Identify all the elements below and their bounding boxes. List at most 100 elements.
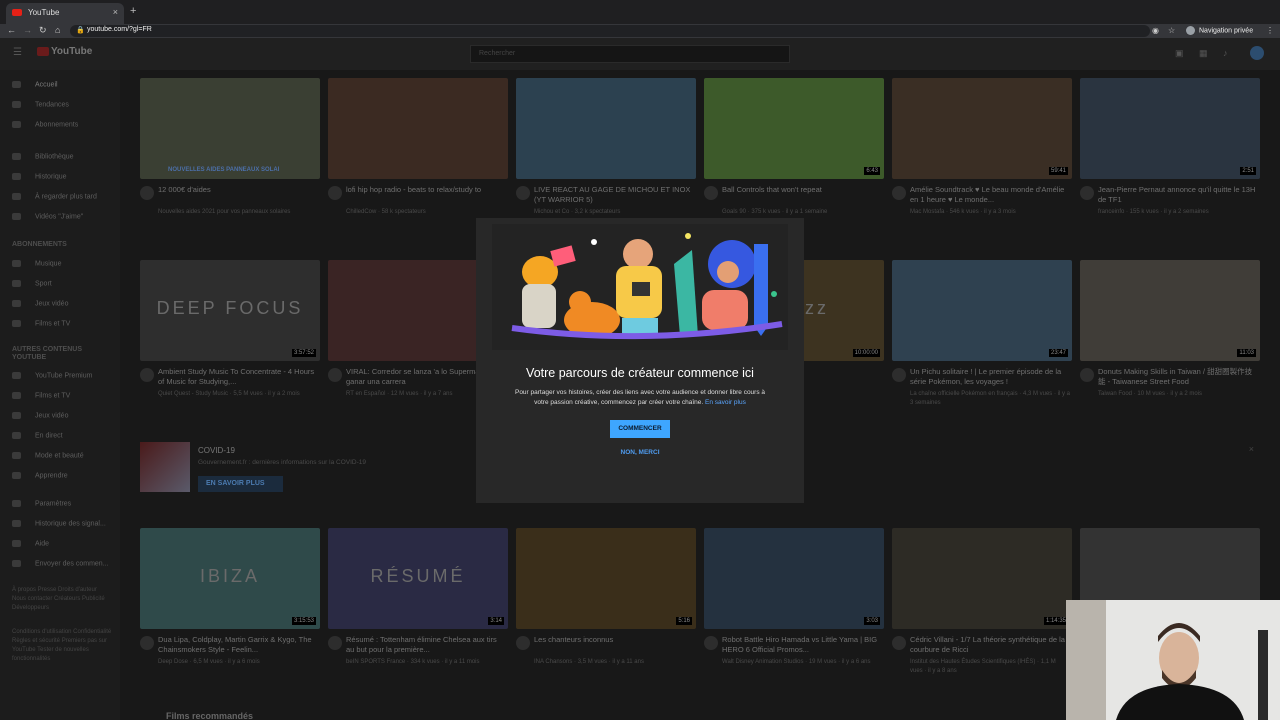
bookmark-star-icon[interactable]: ☆	[1168, 26, 1175, 35]
forward-arrow-icon[interactable]: →	[23, 25, 32, 35]
sidebar-item-report-history[interactable]: Historique des signal...	[12, 520, 106, 527]
create-video-icon[interactable]: ▣	[1175, 48, 1184, 59]
channel-avatar[interactable]	[328, 368, 342, 382]
apps-grid-icon[interactable]: ▦	[1199, 48, 1208, 59]
sidebar-item-gaming[interactable]: Jeux vidéo	[12, 300, 68, 307]
video-card[interactable]: 59:41 Amélie Soundtrack ♥ Le beau monde d…	[892, 78, 1072, 229]
sidebar-item-settings[interactable]: Paramètres	[12, 500, 71, 507]
video-title[interactable]: Donuts Making Skills in Taiwan / 甜甜圈製作技能…	[1098, 367, 1258, 387]
video-thumbnail[interactable]: RÉSUMÉ 3:14	[328, 528, 508, 629]
sidebar-item-fashion[interactable]: Mode et beauté	[12, 452, 84, 459]
sidebar-footer-legal[interactable]: Conditions d'utilisation Confidentialité…	[12, 628, 112, 664]
video-card[interactable]: 3:03 Robot Battle Hiro Hamada vs Little Y…	[704, 528, 884, 679]
notifications-bell-icon[interactable]: ♪	[1223, 48, 1228, 58]
video-card[interactable]: 23:47 Un Pichu solitaire ! | Le premier é…	[892, 260, 1072, 411]
channel-avatar[interactable]	[140, 368, 154, 382]
sidebar-item-premium[interactable]: YouTube Premium	[12, 372, 92, 379]
channel-avatar[interactable]	[892, 368, 906, 382]
reload-icon[interactable]: ↻	[39, 25, 47, 36]
video-title[interactable]: Un Pichu solitaire ! | Le premier épisod…	[910, 367, 1070, 387]
video-card[interactable]: RÉSUMÉ 3:14 Résumé : Tottenham élimine Che…	[328, 528, 508, 679]
video-card[interactable]: 6:43 Ball Controls that won't repeat Goals…	[704, 78, 884, 229]
sidebar-item-watch-later[interactable]: À regarder plus tard	[12, 193, 97, 200]
home-icon[interactable]: ⌂	[55, 25, 60, 35]
sidebar-item-live[interactable]: En direct	[12, 432, 63, 439]
video-thumbnail[interactable]: IBIZA 3:15:53	[140, 528, 320, 629]
video-title[interactable]: Cédric Villani - 1/7 La théorie synthéti…	[910, 635, 1070, 655]
video-thumbnail[interactable]	[516, 78, 696, 179]
video-thumbnail[interactable]: 1:14:35	[892, 528, 1072, 629]
video-card[interactable]: IBIZA 3:15:53 Dua Lipa, Coldplay, Martin G…	[140, 528, 320, 679]
menu-dots-icon[interactable]: ⋮	[1266, 26, 1274, 35]
video-thumbnail[interactable]: 6:43	[704, 78, 884, 179]
new-tab-button[interactable]: +	[130, 5, 136, 17]
sidebar-item-history[interactable]: Historique	[12, 173, 67, 180]
channel-avatar[interactable]	[140, 186, 154, 200]
video-card[interactable]: 2:51 Jean-Pierre Pernaut annonce qu'il qu…	[1080, 78, 1260, 229]
browser-tab-youtube[interactable]: YouTube ×	[6, 3, 124, 24]
channel-avatar[interactable]	[328, 186, 342, 200]
sidebar-item-feedback[interactable]: Envoyer des commen...	[12, 560, 109, 567]
video-thumbnail[interactable]: NOUVELLES AIDES PANNEAUX SOLAI	[140, 78, 320, 179]
video-title[interactable]: LIVE REACT AU GAGE DE MICHOU ET INOX (YT…	[534, 185, 694, 205]
channel-avatar[interactable]	[328, 636, 342, 650]
video-title[interactable]: Résumé : Tottenham élimine Chelsea aux t…	[346, 635, 506, 655]
video-title[interactable]: 12 000€ d'aides	[158, 185, 318, 195]
sidebar-item-music[interactable]: Musique	[12, 260, 61, 267]
sidebar-item-help[interactable]: Aide	[12, 540, 49, 547]
video-thumbnail[interactable]: 3:03	[704, 528, 884, 629]
video-title[interactable]: Ball Controls that won't repeat	[722, 185, 882, 195]
covid-learn-more-button[interactable]: EN SAVOIR PLUS	[198, 476, 283, 492]
video-thumbnail[interactable]: 59:41	[892, 78, 1072, 179]
sidebar-item-library[interactable]: Bibliothèque	[12, 153, 74, 160]
account-avatar[interactable]	[1250, 46, 1264, 60]
video-thumbnail[interactable]: 5:16	[516, 528, 696, 629]
video-title[interactable]: Dua Lipa, Coldplay, Martin Garrix & Kygo…	[158, 635, 318, 655]
channel-avatar[interactable]	[704, 636, 718, 650]
sidebar-footer-links[interactable]: À propos Presse Droits d'auteur Nous con…	[12, 586, 112, 613]
back-arrow-icon[interactable]: ←	[7, 25, 16, 35]
sidebar-item-home[interactable]: Accueil	[12, 81, 58, 88]
search-input[interactable]: Rechercher	[470, 45, 790, 63]
video-title[interactable]: Jean-Pierre Pernaut annonce qu'il quitte…	[1098, 185, 1258, 205]
video-card[interactable]: DEEP FOCUS 3:57:52 Ambient Study Music To …	[140, 260, 320, 411]
sidebar-item-films[interactable]: Films et TV	[12, 392, 70, 399]
video-title[interactable]: Amélie Soundtrack ♥ Le beau monde d'Amél…	[910, 185, 1070, 205]
sidebar-item-movies[interactable]: Films et TV	[12, 320, 70, 327]
video-thumbnail[interactable]: 2:51	[1080, 78, 1260, 179]
sidebar-item-sport[interactable]: Sport	[12, 280, 52, 287]
sidebar-item-trending[interactable]: Tendances	[12, 101, 69, 108]
channel-avatar[interactable]	[892, 186, 906, 200]
tab-close-icon[interactable]: ×	[113, 7, 118, 17]
channel-avatar[interactable]	[1080, 186, 1094, 200]
video-card[interactable]: 5:16 Les chanteurs inconnus INA Chansons ·…	[516, 528, 696, 679]
video-card[interactable]: lofi hip hop radio - beats to relax/stud…	[328, 78, 508, 229]
channel-avatar[interactable]	[704, 186, 718, 200]
hamburger-menu-icon[interactable]: ☰	[13, 47, 22, 58]
video-title[interactable]: Robot Battle Hiro Hamada vs Little Yama …	[722, 635, 882, 655]
video-title[interactable]: Ambient Study Music To Concentrate - 4 H…	[158, 367, 318, 387]
channel-avatar[interactable]	[516, 636, 530, 650]
video-title[interactable]: Les chanteurs inconnus	[534, 635, 694, 645]
video-card[interactable]: LIVE REACT AU GAGE DE MICHOU ET INOX (YT…	[516, 78, 696, 229]
video-thumbnail[interactable]: 11:03	[1080, 260, 1260, 361]
channel-avatar[interactable]	[516, 186, 530, 200]
no-thanks-button[interactable]: NON, MERCI	[600, 449, 680, 456]
private-profile-badge[interactable]: Navigation privée	[1186, 26, 1253, 35]
video-card[interactable]: 1:14:35 Cédric Villani - 1/7 La théorie s…	[892, 528, 1072, 679]
channel-avatar[interactable]	[140, 636, 154, 650]
covid-close-icon[interactable]: ×	[1249, 444, 1254, 454]
video-title[interactable]: lofi hip hop radio - beats to relax/stud…	[346, 185, 506, 195]
youtube-logo[interactable]: YouTube	[37, 46, 92, 57]
video-card[interactable]: NOUVELLES AIDES PANNEAUX SOLAI 12 000€ d'…	[140, 78, 320, 229]
video-thumbnail[interactable]: 23:47	[892, 260, 1072, 361]
start-button[interactable]: COMMENCER	[610, 420, 670, 438]
channel-avatar[interactable]	[1080, 368, 1094, 382]
video-thumbnail[interactable]	[328, 78, 508, 179]
sidebar-item-subscriptions[interactable]: Abonnements	[12, 121, 78, 128]
channel-avatar[interactable]	[892, 636, 906, 650]
address-bar[interactable]: 🔒 youtube.com/?gl=FR	[70, 25, 1150, 37]
sidebar-item-liked[interactable]: Vidéos "J'aime"	[12, 213, 83, 220]
video-thumbnail[interactable]: DEEP FOCUS 3:57:52	[140, 260, 320, 361]
sidebar-item-learning[interactable]: Apprendre	[12, 472, 68, 479]
